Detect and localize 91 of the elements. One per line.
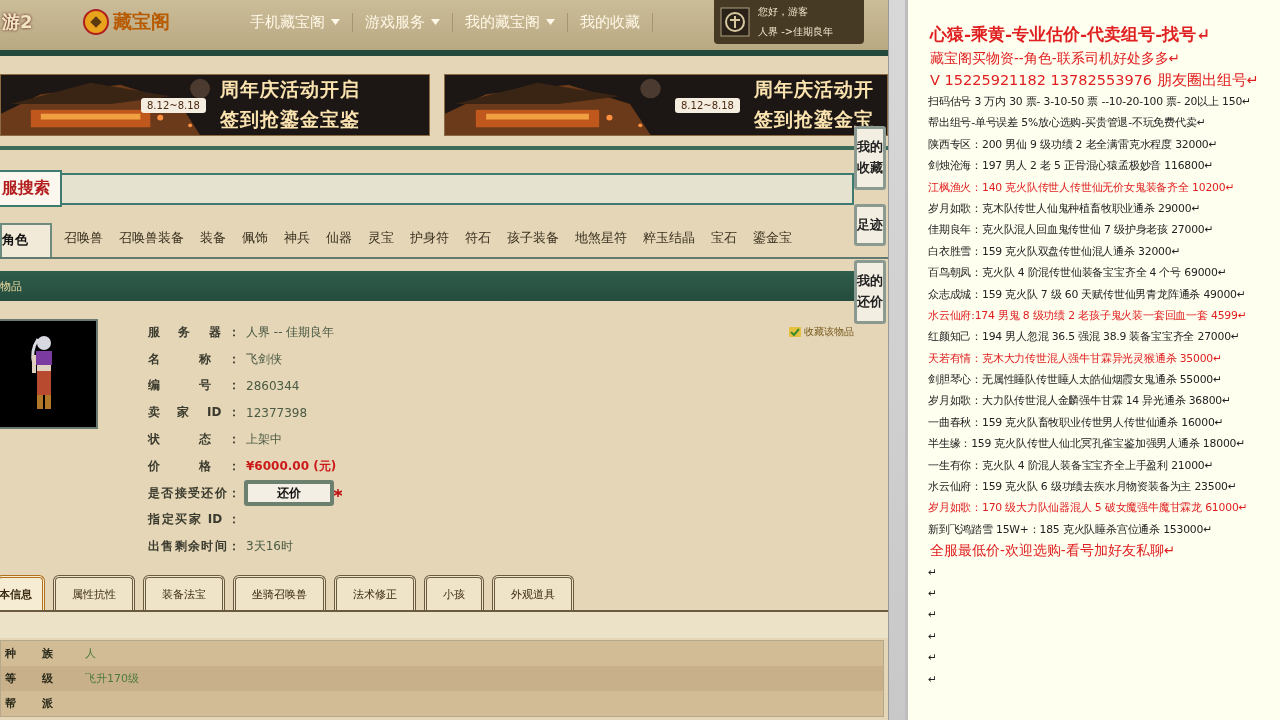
banner-subline: 签到抢鎏金宝鉴 (219, 107, 360, 132)
attribute-label: 等 级 (5, 671, 53, 687)
field-label: 是否接受还价： (148, 484, 240, 502)
server-text: 人界 ->佳期良年 (758, 25, 834, 39)
document-line: 一生有你：克火队 4 阶混人装备宝宝齐全上手盈利 21000↵ (928, 457, 1215, 474)
avatar-icon (720, 7, 750, 37)
document-line: 众志成城：159 克火队 7 级 60 天赋传世仙男青龙阵通杀 49000↵ (928, 286, 1247, 303)
document-line: 红颜知己：194 男人忽混 36.5 强混 38.9 装备宝宝齐全 27000↵ (928, 329, 1241, 346)
document-line: ↵ (928, 650, 938, 667)
category-tab[interactable]: 神兵 (276, 229, 318, 257)
document-line: 江枫渔火：140 克火队传世人传世仙无价女鬼装备齐全 10200↵ (928, 179, 1236, 196)
side-tab[interactable]: 足迹 (854, 203, 886, 247)
document-line: ↵ (928, 586, 938, 603)
document-line: ↵ (928, 628, 938, 645)
category-tab[interactable]: 召唤兽装备 (111, 229, 192, 257)
field-label: 卖 家 ID： (148, 404, 240, 422)
document-title: 心猿-乘黄-专业估价-代卖组号-找号↵ (930, 23, 1212, 46)
document-line: V 15225921182 13782553976 朋友圈出组号↵ (930, 70, 1260, 90)
field-value: 2860344 (246, 379, 300, 393)
banner-headline: 周年庆活动开启 (219, 77, 360, 102)
document-line: 天若有情：克木大力传世混人强牛甘霖异光灵猴通杀 35000↵ (928, 350, 1223, 367)
document-line: 半生缘：159 克火队传世人仙北冥孔雀宝鉴加强男人通杀 18000↵ (928, 436, 1247, 453)
field-value: 上架中 (246, 431, 282, 449)
field-label: 服 务 器： (148, 323, 240, 341)
side-tab[interactable]: 我的还价 (854, 260, 886, 324)
document-line: 白衣胜雪：159 克火队双盘传世仙混人通杀 32000↵ (928, 243, 1182, 260)
field-label: 出售剩余时间： (148, 538, 240, 556)
document-line: 岁月如歌：大力队传世混人金麟强牛甘霖 14 异光通杀 36800↵ (928, 393, 1232, 410)
document-line: ↵ (928, 671, 938, 688)
category-tab[interactable]: 灵宝 (360, 229, 402, 257)
document-line: 藏宝阁买物资--角色-联系司机好处多多↵ (930, 49, 1181, 68)
detail-tab[interactable]: 装备法宝 (143, 575, 225, 611)
document-line: 百鸟朝凤：克火队 4 阶混传世仙装备宝宝齐全 4 个号 69000↵ (928, 265, 1228, 282)
required-icon (334, 489, 342, 498)
detail-tab[interactable]: 法术修正 (334, 575, 416, 611)
field-value: 3天16时 (246, 538, 293, 556)
detail-tab[interactable]: 外观道具 (492, 575, 574, 611)
category-tab[interactable]: 佩饰 (234, 229, 276, 257)
attribute-value: 飞升170级 (85, 671, 139, 687)
price-value: ¥6000.00 (元) (246, 457, 337, 475)
banner-headline: 周年庆活动开 (753, 77, 874, 102)
detail-tab[interactable]: 属性抗性 (53, 575, 135, 611)
category-tab[interactable]: 粹玉结晶 (635, 229, 703, 257)
field-value: 12377398 (246, 405, 308, 420)
category-tab[interactable]: 孩子装备 (499, 229, 567, 257)
document-line: 帮出组号-单号误差 5%放心选购-买贵管退-不玩免费代卖↵ (928, 115, 1207, 132)
document-line: 陕西专区：200 男仙 9 级功绩 2 老全满雷克水程度 32000↵ (928, 136, 1219, 153)
greeting-text: 您好，游客 (758, 5, 809, 19)
document-line: 岁月如歌：克木队传世人仙鬼种植畜牧职业通杀 29000↵ (928, 200, 1202, 217)
attribute-value: 人 (85, 646, 96, 662)
field-label: 指定买家 ID ： (148, 511, 240, 529)
attribute-label: 种 族 (5, 646, 53, 662)
favorite-icon (789, 327, 801, 337)
promo-banner[interactable]: 8.12~8.18 周年庆活动开启 签到抢鎏金宝鉴 (0, 74, 430, 136)
field-value: 飞剑侠 (246, 350, 282, 368)
field-value: 人界 -- 佳期良年 (246, 323, 335, 341)
detail-tab[interactable]: 小孩 (424, 575, 484, 611)
category-tab[interactable]: 鎏金宝 (745, 229, 800, 257)
category-tab[interactable]: 召唤兽 (56, 229, 111, 257)
search-label: 服搜索 (0, 170, 62, 207)
field-label: 名 称： (148, 350, 240, 368)
attribute-label: 帮 派 (5, 696, 53, 712)
coin-icon (82, 8, 110, 36)
document-line: 全服最低价-欢迎选购-看号加好友私聊↵ (930, 541, 1177, 561)
document-line: 水云仙府:174 男鬼 8 级功绩 2 老孩子鬼火装一套回血一套 4599↵ (928, 307, 1248, 324)
field-label: 编 号： (148, 377, 240, 395)
category-tab[interactable]: 护身符 (402, 229, 457, 257)
splitter-bar[interactable] (888, 0, 905, 720)
detail-tab[interactable]: 坐骑召唤兽 (233, 575, 326, 611)
category-tab[interactable]: 仙器 (318, 229, 360, 257)
document-line: 剑烛沧海：197 男人 2 老 5 正骨混心猿孟极妙音 116800↵ (928, 158, 1215, 175)
counter-offer-button[interactable]: 还价 (244, 480, 334, 507)
document-line: 水云仙府：159 克火队 6 级功绩去疾水月物资装备为主 23500↵ (928, 479, 1238, 496)
document-line: ↵ (928, 607, 938, 624)
category-tab[interactable]: 装备 (192, 229, 234, 257)
field-label: 状 态： (148, 431, 240, 449)
favorite-link[interactable]: 收藏该物品 (789, 325, 854, 339)
document-line: 新到飞鸿踏雪 15W+：185 克火队睡杀宫位通杀 153000↵ (928, 521, 1214, 538)
document-line: ↵ (928, 564, 938, 581)
document-line: 佳期良年：克火队混人回血鬼传世仙 7 级护身老孩 27000↵ (928, 222, 1215, 239)
section-title: 物品 (0, 278, 22, 294)
category-tab[interactable]: 宝石 (703, 229, 745, 257)
document-line: 扫码估号 3 万内 30 票- 3-10-50 票 --10-20-100 票- 20以上 150↵ (928, 94, 1252, 110)
document-line: 一曲春秋：159 克火队畜牧职业传世男人传世仙通杀 16000↵ (928, 414, 1225, 431)
search-field[interactable] (62, 172, 854, 205)
document-line: 剑胆琴心：无属性睡队传世睡人太皓仙烟霞女鬼通杀 55000↵ (928, 372, 1223, 389)
category-tab[interactable]: 符石 (457, 229, 499, 257)
document-line: 岁月如歌：170 级大力队仙器混人 5 破女魔强牛魔甘霖龙 61000↵ (928, 500, 1249, 517)
field-label: 价 格： (148, 457, 240, 475)
category-tab[interactable]: 角色 (0, 223, 52, 257)
category-tab[interactable]: 地煞星符 (567, 229, 635, 257)
